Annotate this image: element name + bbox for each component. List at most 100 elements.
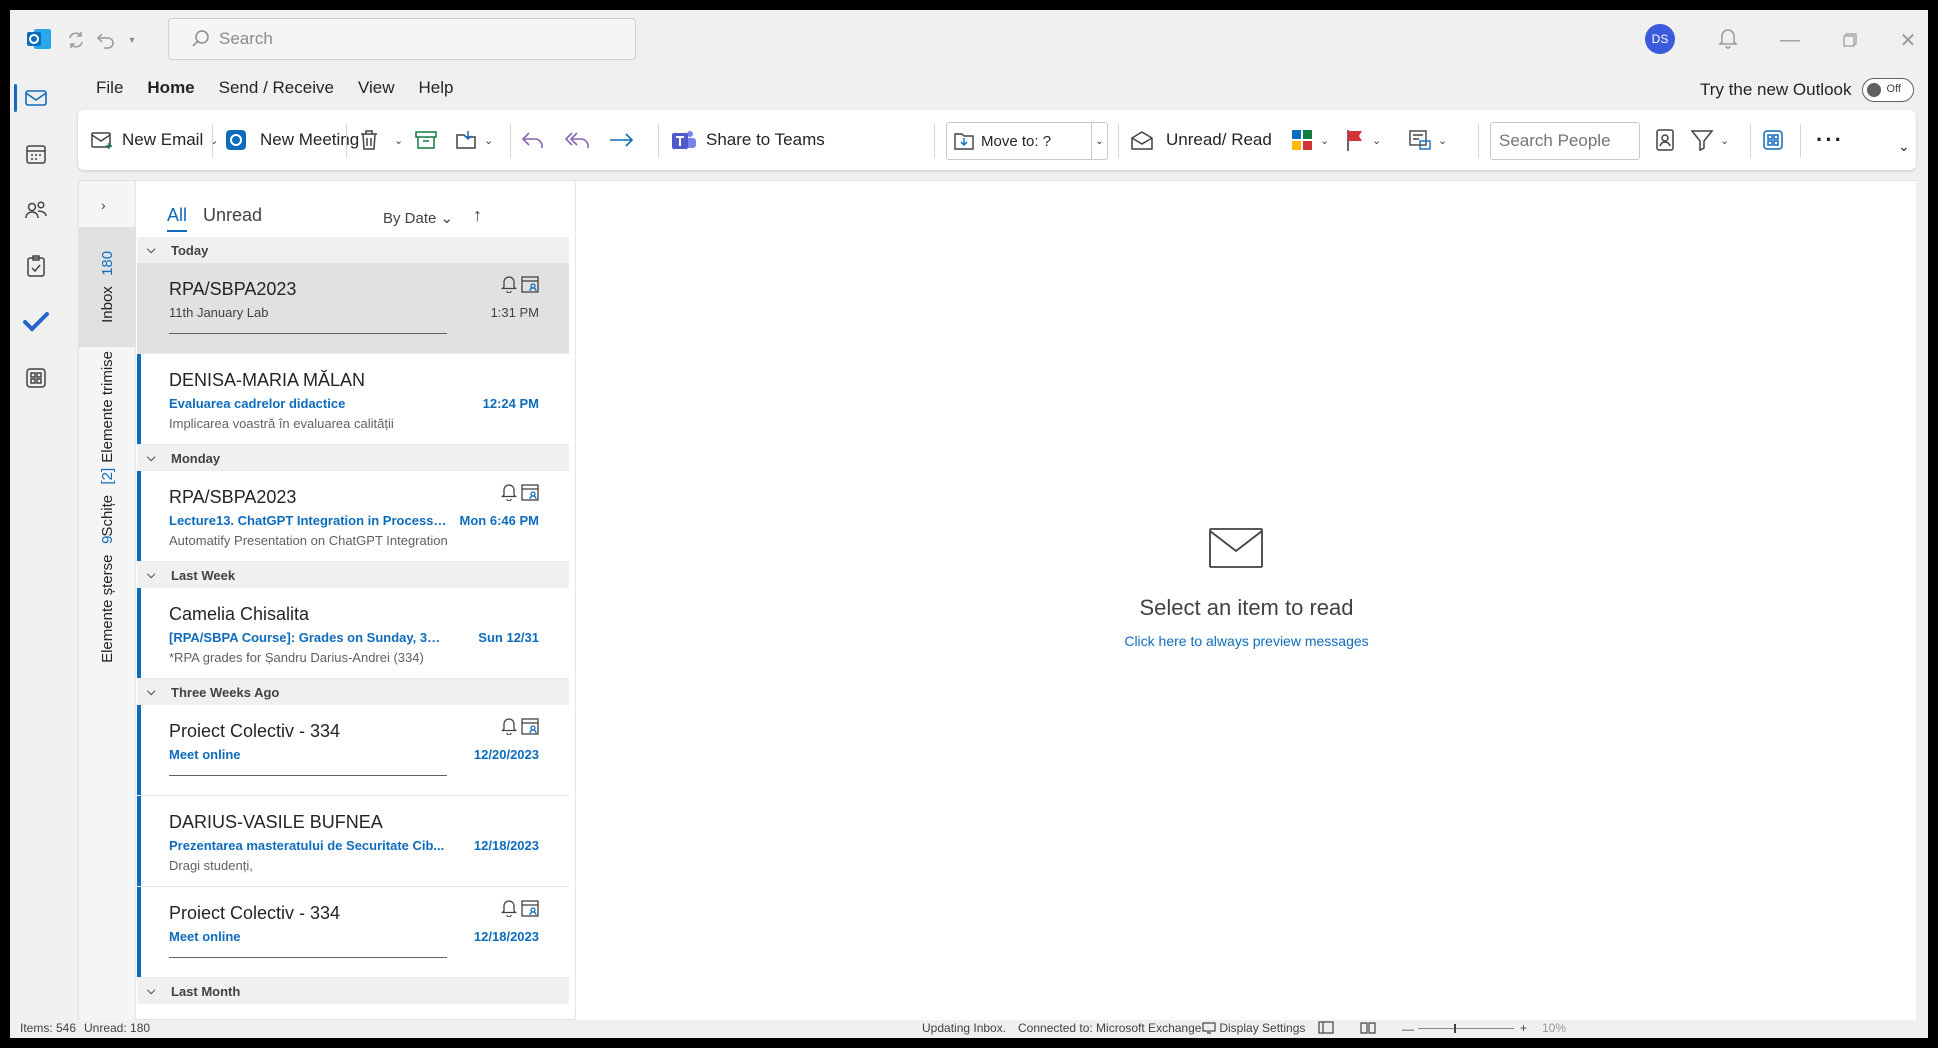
title-bar: ▾ Search DS — ✕ — [10, 10, 1928, 70]
tab-file[interactable]: File — [96, 78, 123, 114]
expand-ribbon-chevron-icon[interactable]: ⌄ — [1898, 116, 1910, 176]
list-item[interactable]: RPA/SBPA2023 11th January Lab 1:31 PM — [137, 263, 569, 354]
zoom-out-icon[interactable]: — — [1402, 1022, 1414, 1036]
chevron-down-icon[interactable]: ⌄ — [1091, 123, 1107, 159]
unread-read-button[interactable]: Unread/ Read — [1130, 110, 1272, 170]
always-preview-link[interactable]: Click here to always preview messages — [576, 633, 1917, 649]
received-time: 1:31 PM — [490, 305, 539, 320]
calendar-icon[interactable] — [16, 134, 56, 174]
address-book-button[interactable] — [1654, 110, 1676, 170]
restore-icon[interactable] — [1835, 26, 1865, 54]
list-item[interactable]: Proiect Colectiv - 334 Meet online 12/18/2… — [137, 887, 569, 978]
sort-by-date[interactable]: By Date ⌄ — [383, 209, 453, 227]
tab-view[interactable]: View — [358, 78, 395, 114]
list-item[interactable]: Proiect Colectiv - 334 Meet online 12/20/2… — [137, 705, 569, 796]
undo-icon[interactable] — [94, 28, 118, 52]
zoom-slider-thumb[interactable] — [1454, 1024, 1456, 1033]
reading-pane-title: Select an item to read — [1139, 595, 1354, 620]
chevron-down-icon[interactable]: ⌄ — [1372, 134, 1381, 147]
group-label: Today — [171, 242, 209, 258]
people-icon[interactable] — [16, 190, 56, 230]
group-header[interactable]: ⌵ Today — [137, 237, 569, 263]
zoom-level: 10% — [1542, 1021, 1567, 1035]
forward-button[interactable] — [608, 110, 636, 170]
reply-button[interactable] — [520, 110, 546, 170]
chevron-down-icon[interactable]: ⌵ — [147, 452, 163, 465]
chevron-down-icon[interactable]: ⌵ — [147, 686, 163, 699]
chevron-down-icon[interactable]: ⌵ — [147, 985, 163, 998]
status-connection: Connected to: Microsoft Exchange — [1018, 1021, 1202, 1035]
chevron-down-icon[interactable]: ⌵ — [147, 569, 163, 582]
folder-count: [2] — [99, 467, 116, 485]
search-people-input[interactable] — [1490, 122, 1640, 160]
subject: Lecture13. ChatGPT Integration in Proces… — [169, 513, 447, 528]
rules-button[interactable]: ⌄ — [1408, 110, 1447, 170]
new-email-button[interactable]: New Email ⌄ — [90, 110, 218, 170]
group-header[interactable]: ⌵ Monday — [137, 445, 569, 471]
status-updating: Updating Inbox. — [922, 1021, 1007, 1035]
folder-drafts[interactable]: Schițe [2] — [79, 467, 136, 537]
reply-all-button[interactable] — [564, 110, 592, 170]
chevron-down-icon[interactable]: ⌵ — [147, 244, 163, 257]
folder-name: Schițe — [99, 494, 116, 537]
sender: DARIUS-VASILE BUFNEA — [169, 812, 383, 832]
chevron-down-icon[interactable]: ⌄ — [394, 134, 403, 147]
delete-button[interactable]: ⌄ — [358, 110, 403, 170]
search-placeholder: Search — [219, 29, 273, 48]
folder-inbox[interactable]: Inbox 180 — [79, 227, 136, 347]
try-new-outlook-toggle[interactable]: Off — [1861, 78, 1914, 102]
group-header[interactable]: ⌵ Last Week — [137, 562, 569, 588]
move-button[interactable]: ⌄ — [454, 110, 493, 170]
sync-icon[interactable] — [64, 28, 88, 52]
list-item[interactable]: Camelia Chisalita [RPA/SBPA Course]: Grad… — [137, 588, 569, 679]
flag-button[interactable]: ⌄ — [1344, 110, 1381, 170]
chevron-down-icon[interactable]: ⌄ — [209, 134, 218, 147]
tab-send-receive[interactable]: Send / Receive — [219, 78, 334, 114]
group-header[interactable]: ⌵ Last Month — [137, 978, 569, 1004]
normal-view-icon[interactable] — [1318, 1021, 1334, 1037]
share-to-teams-button[interactable]: Share to Teams — [670, 110, 825, 170]
sender: RPA/SBPA2023 — [169, 487, 297, 507]
filter-email-button[interactable]: ⌄ — [1690, 110, 1729, 170]
filter-tab-unread[interactable]: Unread — [203, 205, 262, 226]
chevron-down-icon[interactable]: ⌄ — [484, 134, 493, 147]
apps-button[interactable] — [1762, 110, 1784, 170]
apps-icon[interactable] — [16, 358, 56, 398]
list-item[interactable]: DENISA-MARIA MĂLAN Evaluarea cadrelor did… — [137, 354, 569, 445]
close-icon[interactable]: ✕ — [1893, 26, 1923, 54]
avatar[interactable]: DS — [1645, 24, 1675, 54]
preview: Implicarea voastră în evaluarea calități… — [169, 416, 394, 431]
mail-icon[interactable] — [14, 78, 56, 118]
chevron-down-icon[interactable]: ⌄ — [1438, 134, 1447, 147]
archive-button[interactable] — [414, 110, 438, 170]
folder-deleted-items[interactable]: Elemente șterse 9 — [79, 536, 136, 663]
categorize-button[interactable]: ⌄ — [1290, 110, 1329, 170]
subject: Meet online — [169, 929, 241, 944]
move-to-dropdown[interactable]: Move to: ? ⌄ — [946, 122, 1108, 160]
reading-view-icon[interactable] — [1360, 1021, 1376, 1037]
bell-icon[interactable] — [1716, 26, 1740, 50]
sort-direction-arrow-icon[interactable]: ↑ — [473, 205, 482, 226]
display-settings-button[interactable]: Display Settings — [1202, 1021, 1305, 1035]
tab-home[interactable]: Home — [147, 78, 195, 114]
group-header[interactable]: ⌵ Three Weeks Ago — [137, 679, 569, 705]
search-box[interactable]: Search — [168, 18, 636, 60]
todo-icon[interactable] — [16, 302, 56, 342]
quick-access-dropdown-icon[interactable]: ▾ — [120, 28, 144, 52]
minimize-icon[interactable]: — — [1775, 26, 1805, 54]
chevron-down-icon[interactable]: ⌄ — [1320, 134, 1329, 147]
tasks-icon[interactable] — [16, 246, 56, 286]
filter-tab-all[interactable]: All — [167, 205, 188, 232]
expand-folder-pane-chevron-icon[interactable]: › — [101, 197, 106, 213]
list-item[interactable]: DARIUS-VASILE BUFNEA Prezentarea masterat… — [137, 796, 569, 887]
folder-sent-items[interactable]: Elemente trimise — [79, 351, 136, 463]
message-list: ⌵ Today RPA/SBPA2023 11th January Lab 1:31 P… — [137, 237, 569, 1007]
received-time: 12/18/2023 — [473, 929, 539, 944]
zoom-slider[interactable] — [1418, 1028, 1514, 1029]
more-options-icon[interactable]: ··· — [1816, 110, 1844, 170]
tab-help[interactable]: Help — [418, 78, 453, 114]
list-item[interactable]: RPA/SBPA2023 Lecture13. ChatGPT Integrati… — [137, 471, 569, 562]
chevron-down-icon[interactable]: ⌄ — [1720, 134, 1729, 147]
new-meeting-button[interactable]: New Meeting — [224, 110, 359, 170]
zoom-in-icon[interactable]: + — [1520, 1021, 1527, 1035]
